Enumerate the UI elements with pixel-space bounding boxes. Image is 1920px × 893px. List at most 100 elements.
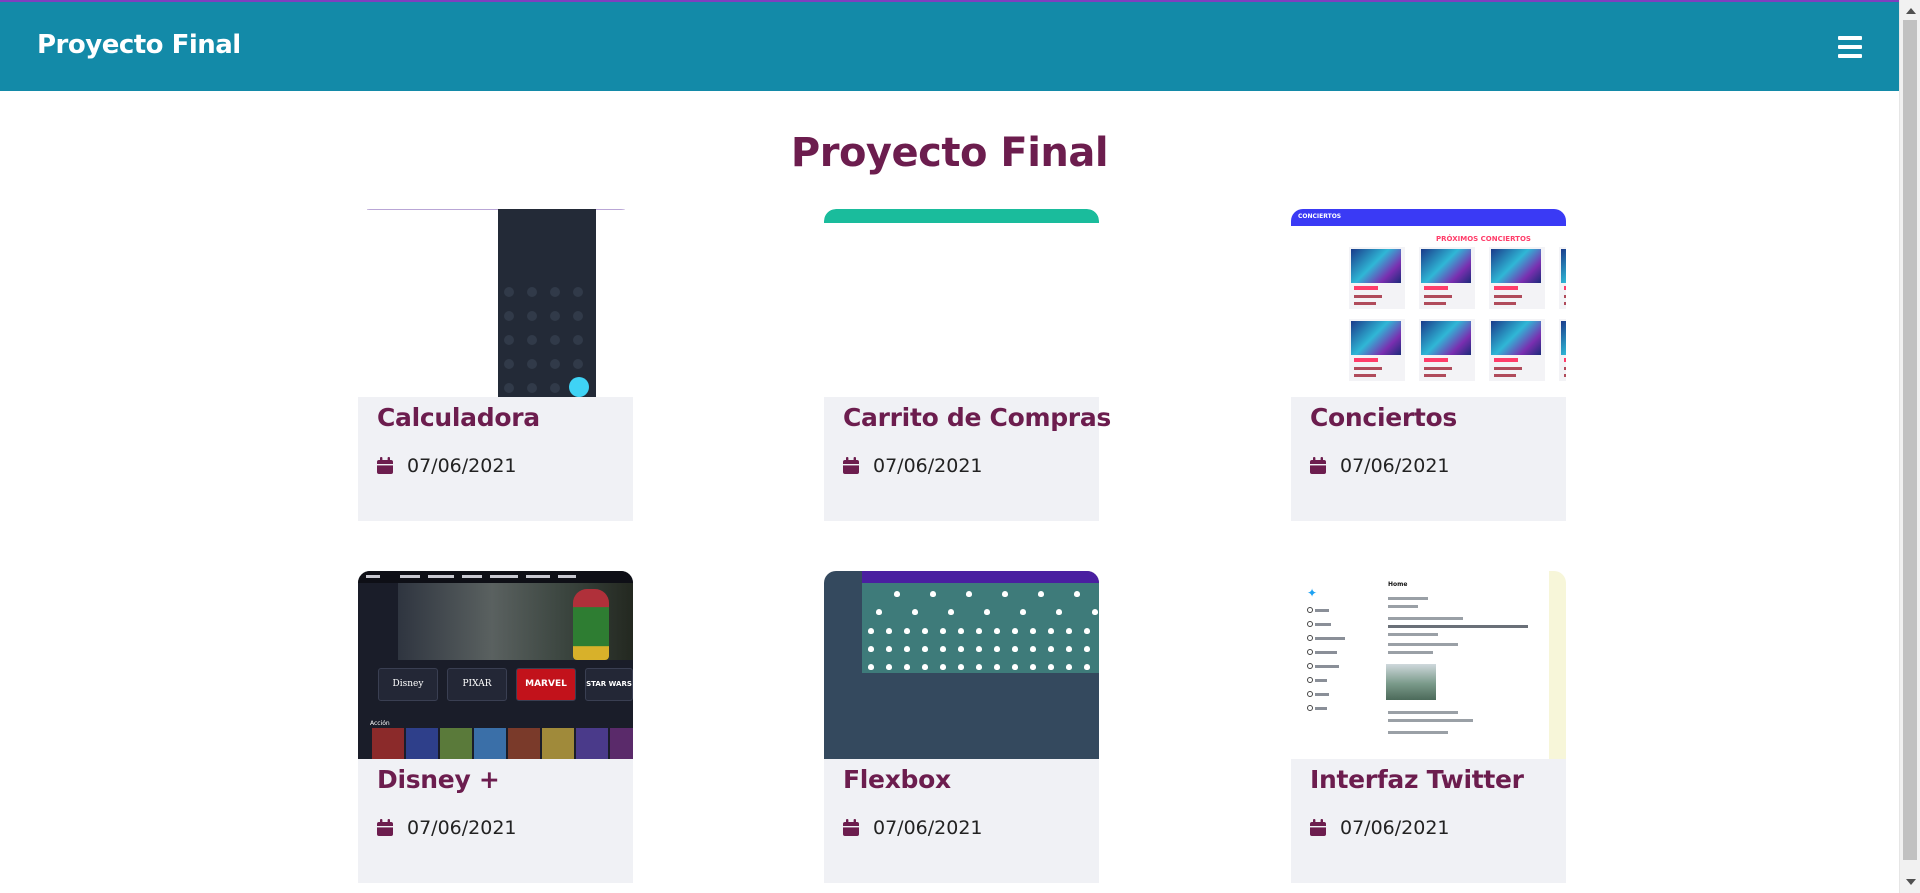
- disney-brand-tile: Disney: [378, 668, 438, 701]
- pixar-brand-tile: PIXAR: [447, 668, 507, 701]
- disney-row-label: Acción: [370, 720, 390, 727]
- flexbox-preview-top: [862, 571, 1099, 583]
- flexbox-preview-item: [1002, 591, 1008, 597]
- flexbox-preview-item: [894, 591, 900, 597]
- disney-preview-nav: [358, 571, 633, 583]
- flexbox-preview-item: [1012, 628, 1018, 634]
- flexbox-preview-item: [922, 628, 928, 634]
- flexbox-preview-item: [912, 609, 918, 615]
- flexbox-preview-item: [886, 646, 892, 652]
- card-title[interactable]: Calculadora: [377, 403, 540, 432]
- calculator-preview-key: [504, 311, 514, 321]
- flexbox-preview-item: [1030, 628, 1036, 634]
- calculator-preview-key: [527, 335, 537, 345]
- card-title[interactable]: Carrito de Compras: [843, 403, 1111, 432]
- calculator-preview-key: [550, 311, 560, 321]
- project-card-calculadora[interactable]: Calculadora 07/06/2021: [358, 209, 633, 521]
- navbar-brand[interactable]: Proyecto Final: [37, 30, 241, 60]
- twitter-preview-home: Home: [1388, 581, 1408, 588]
- calculator-preview-key: [504, 287, 514, 297]
- calculator-preview-key: [550, 287, 560, 297]
- card-thumbnail[interactable]: [358, 209, 633, 397]
- card-body: Conciertos 07/06/2021: [1291, 397, 1566, 521]
- flexbox-preview-item: [1012, 646, 1018, 652]
- flexbox-preview-item: [1066, 664, 1072, 670]
- conciertos-bar-text: CONCIERTOS: [1298, 213, 1342, 220]
- calendar-icon: [1310, 819, 1326, 836]
- calculator-preview-key: [550, 335, 560, 345]
- card-thumbnail[interactable]: CONCIERTOS PRÓXIMOS CONCIERTOS: [1291, 209, 1566, 397]
- flexbox-preview-item: [1048, 664, 1054, 670]
- calendar-icon: [843, 457, 859, 474]
- flexbox-preview-item: [994, 664, 1000, 670]
- scroll-down-arrow-icon[interactable]: [1906, 879, 1916, 885]
- card-body: Flexbox 07/06/2021: [824, 759, 1099, 883]
- card-body: Calculadora 07/06/2021: [358, 397, 633, 521]
- project-card-disney[interactable]: Disney PIXAR MARVEL STAR WARS Acción Dis…: [358, 571, 633, 883]
- hamburger-menu-icon[interactable]: [1838, 36, 1862, 58]
- flexbox-preview-item: [922, 664, 928, 670]
- project-card-conciertos[interactable]: CONCIERTOS PRÓXIMOS CONCIERTOS Concierto…: [1291, 209, 1566, 521]
- flexbox-preview-item: [1066, 628, 1072, 634]
- card-title[interactable]: Disney +: [377, 765, 500, 794]
- project-card-interfaz-twitter[interactable]: ✦ Home Interfaz Twitter 07/06/2021: [1291, 571, 1566, 883]
- twitter-bird-icon: ✦: [1307, 586, 1318, 600]
- scroll-up-arrow-icon[interactable]: [1906, 8, 1916, 14]
- calculator-preview-key: [527, 311, 537, 321]
- scrollbar-thumb[interactable]: [1903, 20, 1917, 860]
- card-thumbnail[interactable]: Disney PIXAR MARVEL STAR WARS Acción: [358, 571, 633, 759]
- concert-preview-tile: [1349, 319, 1405, 381]
- calculator-preview-key: [527, 383, 537, 393]
- card-thumbnail[interactable]: ✦ Home: [1291, 571, 1566, 759]
- card-date: 07/06/2021: [1340, 455, 1450, 477]
- calculator-preview-key: [550, 383, 560, 393]
- calculator-preview-key: [504, 335, 514, 345]
- flexbox-preview-item: [1056, 609, 1062, 615]
- flexbox-preview-item: [976, 646, 982, 652]
- card-date: 07/06/2021: [873, 455, 983, 477]
- flexbox-preview-item: [976, 628, 982, 634]
- card-thumbnail[interactable]: [824, 571, 1099, 759]
- flexbox-preview-item: [1020, 609, 1026, 615]
- marvel-brand-tile: MARVEL: [516, 668, 576, 701]
- flexbox-preview-item: [922, 646, 928, 652]
- card-date: 07/06/2021: [873, 817, 983, 839]
- flexbox-preview-item: [940, 664, 946, 670]
- flexbox-preview-item: [904, 628, 910, 634]
- conciertos-preview-bar: CONCIERTOS: [1291, 209, 1566, 226]
- flexbox-preview-item: [994, 628, 1000, 634]
- concert-preview-tile: [1559, 247, 1566, 309]
- navbar: Proyecto Final: [0, 2, 1899, 91]
- flexbox-preview-item: [984, 609, 990, 615]
- flexbox-preview-item: [1092, 609, 1098, 615]
- concert-preview-tile: [1559, 319, 1566, 381]
- concert-preview-tile: [1489, 319, 1545, 381]
- card-date: 07/06/2021: [407, 817, 517, 839]
- calculator-preview-key: [550, 359, 560, 369]
- calendar-icon: [377, 819, 393, 836]
- flexbox-preview-item: [976, 664, 982, 670]
- calculator-preview-key: [504, 383, 514, 393]
- flexbox-preview-item: [1030, 664, 1036, 670]
- card-date: 07/06/2021: [1340, 817, 1450, 839]
- flexbox-preview-item: [1012, 664, 1018, 670]
- flexbox-preview-item: [958, 628, 964, 634]
- flexbox-preview-item: [886, 664, 892, 670]
- card-title[interactable]: Conciertos: [1310, 403, 1457, 432]
- page-scrollbar[interactable]: [1899, 0, 1920, 893]
- card-thumbnail[interactable]: [824, 209, 1099, 397]
- card-title[interactable]: Flexbox: [843, 765, 951, 794]
- calculator-preview-key: [527, 359, 537, 369]
- project-card-flexbox[interactable]: Flexbox 07/06/2021: [824, 571, 1099, 883]
- flexbox-preview-item: [868, 664, 874, 670]
- card-body: Disney + 07/06/2021: [358, 759, 633, 883]
- page-title: Proyecto Final: [790, 130, 1109, 176]
- twitter-preview-photo: [1386, 664, 1436, 700]
- card-title[interactable]: Interfaz Twitter: [1310, 765, 1524, 794]
- page: Proyecto Final Proyecto Final Calculador…: [0, 0, 1920, 893]
- calculator-preview-key: [504, 359, 514, 369]
- project-card-carrito-de-compras[interactable]: Carrito de Compras 07/06/2021: [824, 209, 1111, 521]
- carrito-preview-bar: [824, 209, 1099, 223]
- calculator-preview: [498, 209, 596, 397]
- flexbox-preview-item: [1084, 628, 1090, 634]
